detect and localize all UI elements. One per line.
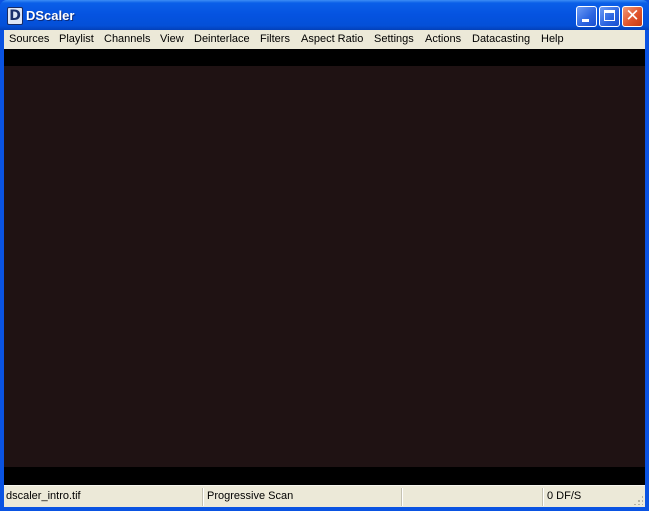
status-file: dscaler_intro.tif [6, 490, 81, 502]
minimize-icon [582, 19, 589, 22]
video-frame [4, 66, 645, 467]
minimize-button[interactable] [576, 6, 597, 27]
menu-playlist[interactable]: Playlist [59, 33, 94, 45]
status-bar: dscaler_intro.tif Progressive Scan 0 DF/… [4, 485, 645, 507]
menu-channels[interactable]: Channels [104, 33, 150, 45]
video-display[interactable] [4, 49, 645, 485]
menu-bar: Sources Playlist Channels View Deinterla… [4, 30, 645, 49]
menu-deinterlace[interactable]: Deinterlace [194, 33, 250, 45]
menu-actions[interactable]: Actions [425, 33, 461, 45]
menu-aspect-ratio[interactable]: Aspect Ratio [301, 33, 363, 45]
maximize-icon [604, 10, 615, 21]
status-separator [202, 488, 204, 506]
menu-help[interactable]: Help [541, 33, 564, 45]
menu-view[interactable]: View [160, 33, 184, 45]
window-title: DScaler [26, 8, 75, 23]
dscaler-window: D DScaler ✕ Sources Playlist Channels Vi… [0, 0, 649, 511]
dscaler-app-icon[interactable]: D [7, 7, 23, 25]
status-separator [401, 488, 403, 506]
menu-filters[interactable]: Filters [260, 33, 290, 45]
title-bar[interactable]: D DScaler ✕ [0, 0, 649, 30]
maximize-button[interactable] [599, 6, 620, 27]
status-frame-rate: 0 DF/S [547, 490, 582, 502]
status-scan-mode: Progressive Scan [207, 490, 294, 502]
menu-sources[interactable]: Sources [9, 33, 49, 45]
close-icon: ✕ [625, 6, 640, 26]
menu-datacasting[interactable]: Datacasting [472, 33, 530, 45]
status-separator [542, 488, 544, 506]
status-empty [404, 486, 542, 507]
menu-settings[interactable]: Settings [374, 33, 414, 45]
close-button[interactable]: ✕ [622, 6, 643, 27]
